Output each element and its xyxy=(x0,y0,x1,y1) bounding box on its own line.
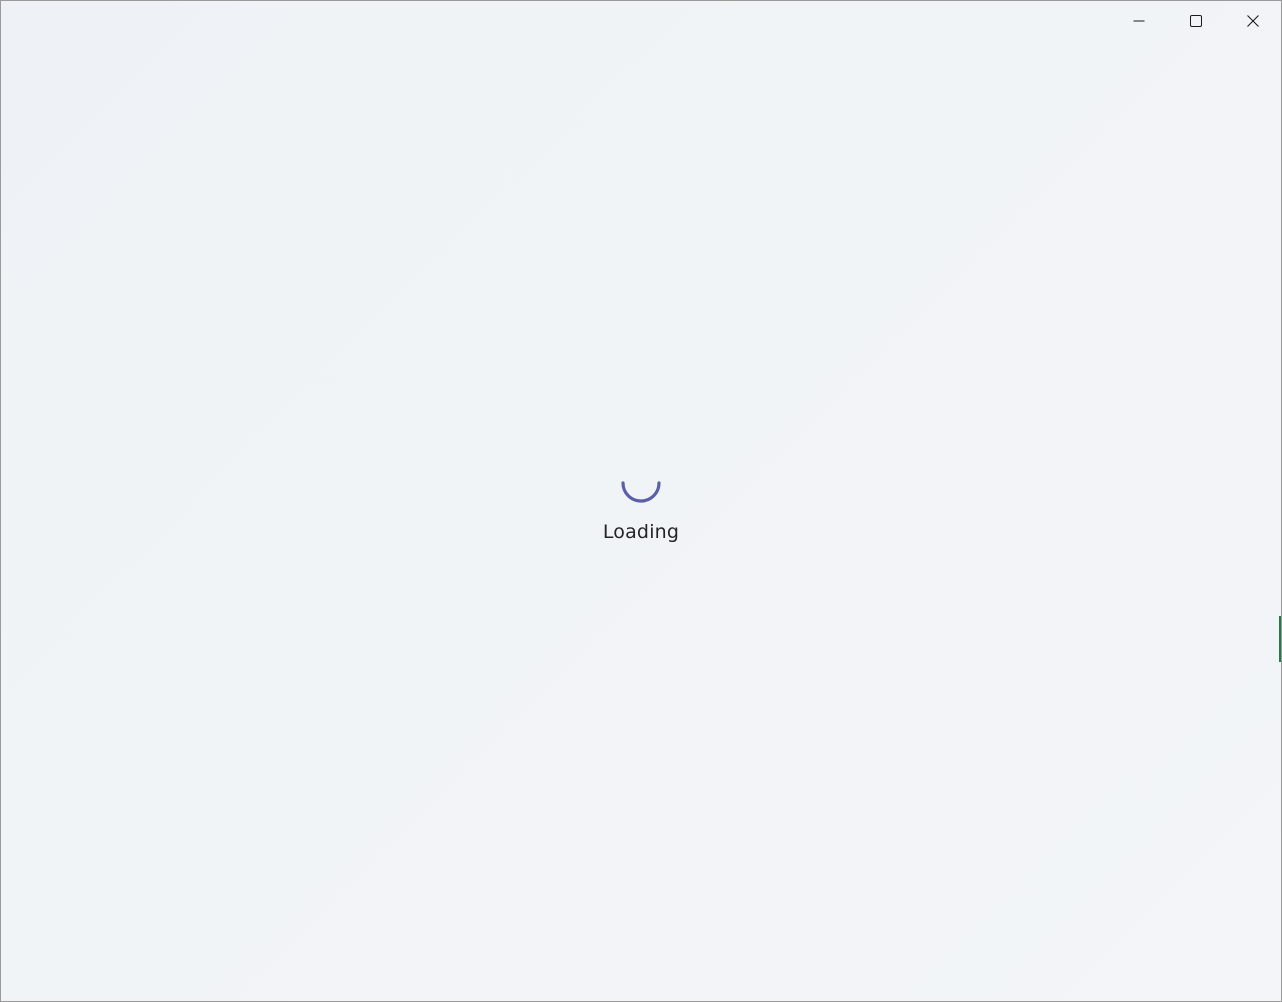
app-window: Loading xyxy=(0,0,1282,1002)
maximize-button[interactable] xyxy=(1167,1,1224,41)
loading-label: Loading xyxy=(602,521,680,543)
close-button[interactable] xyxy=(1224,1,1281,41)
window-controls xyxy=(1110,1,1281,41)
edge-accent xyxy=(1279,616,1281,662)
title-bar[interactable] xyxy=(1,1,1281,41)
minimize-button[interactable] xyxy=(1110,1,1167,41)
loading-spinner-icon xyxy=(621,481,661,503)
close-icon xyxy=(1246,15,1259,27)
minimize-icon xyxy=(1133,20,1144,22)
loading-indicator: Loading xyxy=(1,463,1281,543)
maximize-icon xyxy=(1189,15,1202,27)
